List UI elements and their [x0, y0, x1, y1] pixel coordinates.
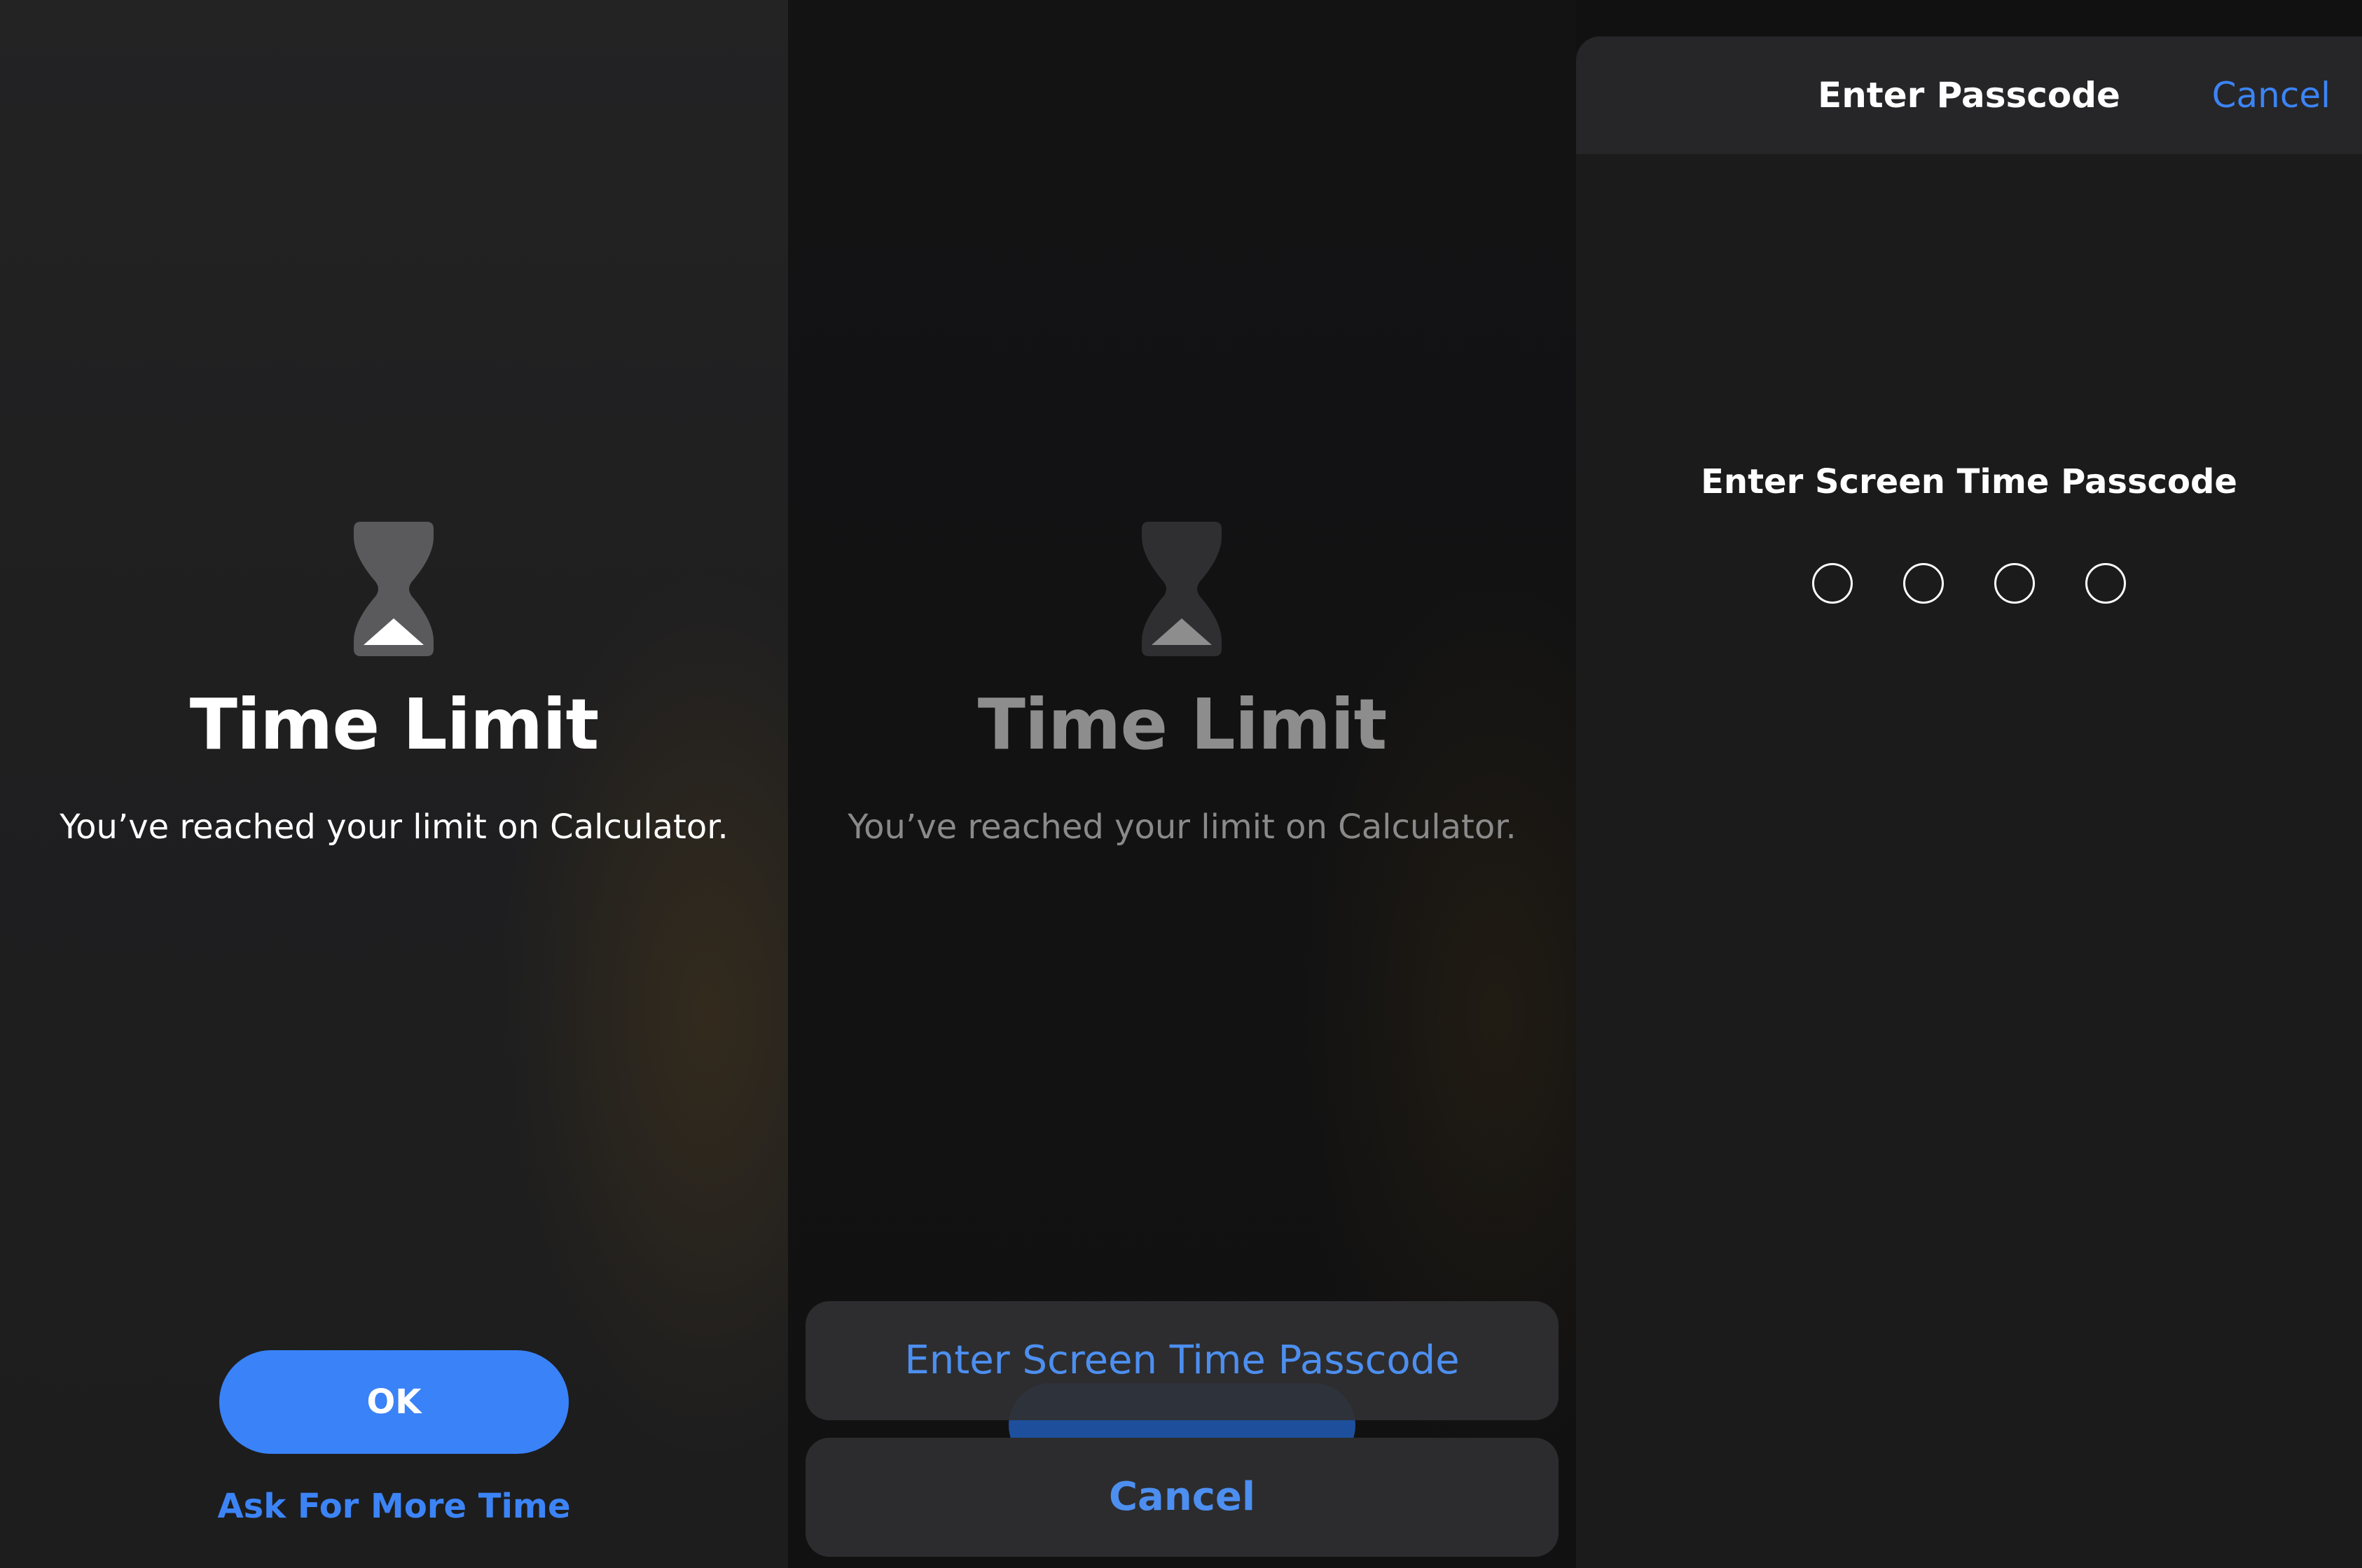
page-title: Time Limit	[977, 684, 1388, 765]
passcode-dot	[1812, 563, 1853, 604]
cancel-button[interactable]: Cancel	[806, 1438, 1559, 1557]
screenshot-frame: Time Limit You’ve reached your limit on …	[0, 0, 2362, 1568]
passcode-prompt: Enter Screen Time Passcode	[1701, 462, 2237, 501]
page-title: Time Limit	[189, 684, 600, 765]
passcode-body	[1576, 154, 2362, 1568]
hourglass-icon	[1142, 522, 1222, 656]
passcode-dot	[2085, 563, 2126, 604]
limit-message: You’ve reached your limit on Calculator.	[848, 807, 1517, 847]
hourglass-icon	[354, 522, 434, 656]
ask-for-more-time-button[interactable]: Ask For More Time	[0, 1483, 788, 1529]
time-limit-screen: Time Limit You’ve reached your limit on …	[0, 0, 788, 1568]
ok-button[interactable]: OK	[219, 1350, 569, 1454]
passcode-dot	[1994, 563, 2035, 604]
passcode-dots[interactable]	[1576, 563, 2362, 604]
limit-message: You’ve reached your limit on Calculator.	[60, 807, 728, 847]
passcode-screen: Enter Passcode Cancel Enter Screen Time …	[1576, 0, 2362, 1568]
action-sheet-screen: Time Limit You’ve reached your limit on …	[788, 0, 1576, 1568]
passcode-dot	[1903, 563, 1944, 604]
enter-passcode-button[interactable]: Enter Screen Time Passcode	[806, 1301, 1559, 1420]
nav-cancel-button[interactable]: Cancel	[2212, 36, 2330, 154]
